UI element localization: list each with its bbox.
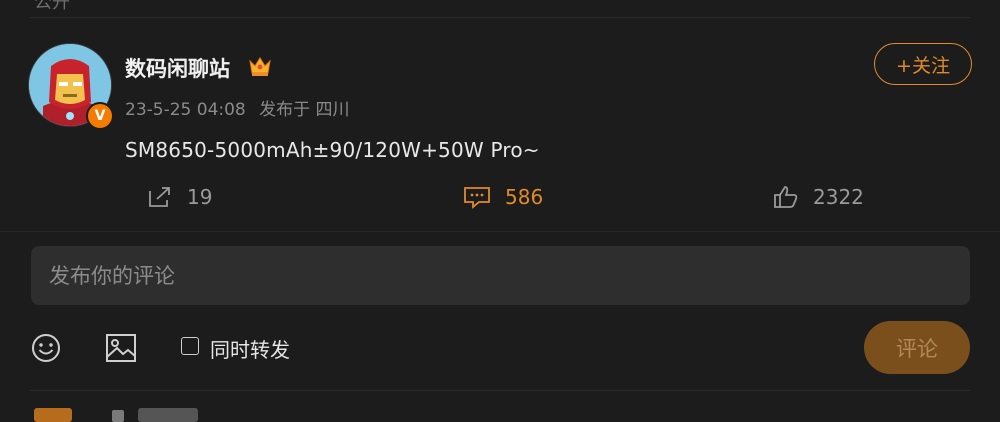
divider <box>30 390 970 391</box>
image-icon[interactable] <box>105 333 137 363</box>
post-source: 发布于 四川 <box>259 100 350 120</box>
follow-button[interactable]: +关注 <box>874 43 972 85</box>
comment-count: 586 <box>505 185 544 209</box>
like-icon <box>774 186 798 208</box>
crown-icon <box>249 57 271 76</box>
repost-checkbox-label[interactable]: 同时转发 <box>210 334 290 363</box>
username[interactable]: 数码闲聊站 <box>125 53 230 83</box>
repost-icon <box>149 187 170 207</box>
repost-count: 19 <box>187 185 213 209</box>
comment-action[interactable]: 586 <box>463 185 543 209</box>
previous-item-text: 公开 <box>34 0 70 13</box>
previous-item-clip: 公开 <box>0 0 1000 17</box>
comment-icon <box>464 187 490 209</box>
emoji-icon[interactable] <box>30 332 62 364</box>
section-divider <box>0 231 1000 232</box>
next-comment-icon-clip <box>112 410 124 422</box>
repost-action[interactable]: 19 <box>147 185 212 209</box>
verified-badge: V <box>86 102 114 130</box>
like-count: 2322 <box>813 185 864 209</box>
post-meta: 23-5-25 04:08 发布于 四川 <box>125 95 350 120</box>
divider <box>30 17 970 18</box>
post-text: SM8650-5000mAh±90/120W+50W Pro~ <box>125 138 540 162</box>
repost-checkbox[interactable] <box>181 337 199 355</box>
post-date[interactable]: 23-5-25 04:08 <box>125 100 246 120</box>
comment-input[interactable] <box>31 246 970 305</box>
like-action[interactable]: 2322 <box>773 185 864 209</box>
submit-comment-button[interactable]: 评论 <box>864 321 970 374</box>
